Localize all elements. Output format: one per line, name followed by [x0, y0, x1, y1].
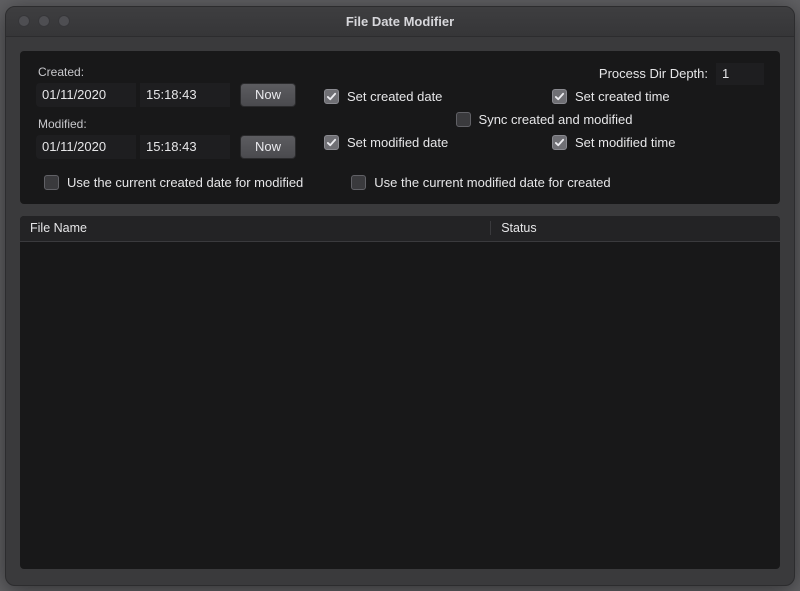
created-label: Created: [38, 65, 296, 79]
checkbox-icon [456, 112, 471, 127]
check-use-modified-for-created[interactable]: Use the current modified date for create… [351, 175, 610, 190]
window-controls [18, 15, 70, 27]
modified-date-input[interactable] [36, 135, 136, 159]
check-set-modified-date[interactable]: Set modified date [324, 135, 536, 150]
check-set-created-date[interactable]: Set created date [324, 89, 536, 104]
file-table: File Name Status [20, 216, 780, 569]
checkbox-icon [351, 175, 366, 190]
check-label: Set modified time [575, 135, 675, 150]
checkbox-icon [552, 89, 567, 104]
created-now-button[interactable]: Now [240, 83, 296, 107]
table-header: File Name Status [20, 216, 780, 242]
check-label: Set created time [575, 89, 670, 104]
check-use-created-for-modified[interactable]: Use the current created date for modifie… [44, 175, 303, 190]
checkbox-icon [324, 89, 339, 104]
minimize-icon[interactable] [38, 15, 50, 27]
modified-label: Modified: [38, 117, 296, 131]
created-date-input[interactable] [36, 83, 136, 107]
window-title: File Date Modifier [346, 14, 454, 29]
check-label: Use the current created date for modifie… [67, 175, 303, 190]
check-label: Sync created and modified [479, 112, 633, 127]
content-area: Created: Now Modified: Now [6, 37, 794, 585]
zoom-icon[interactable] [58, 15, 70, 27]
check-label: Set created date [347, 89, 442, 104]
checkbox-icon [44, 175, 59, 190]
check-set-modified-time[interactable]: Set modified time [552, 135, 764, 150]
check-sync[interactable]: Sync created and modified [456, 112, 633, 127]
options-area: Process Dir Depth: Set created date Set … [324, 63, 764, 159]
created-time-input[interactable] [140, 83, 230, 107]
check-label: Use the current modified date for create… [374, 175, 610, 190]
checkbox-icon [324, 135, 339, 150]
titlebar: File Date Modifier [6, 7, 794, 37]
depth-label: Process Dir Depth: [599, 66, 708, 81]
depth-input[interactable] [716, 63, 764, 85]
date-inputs: Created: Now Modified: Now [36, 63, 296, 159]
check-label: Set modified date [347, 135, 448, 150]
column-status[interactable]: Status [491, 221, 780, 235]
close-icon[interactable] [18, 15, 30, 27]
app-window: File Date Modifier Created: Now Modified… [5, 6, 795, 586]
modified-now-button[interactable]: Now [240, 135, 296, 159]
modified-time-input[interactable] [140, 135, 230, 159]
check-set-created-time[interactable]: Set created time [552, 89, 764, 104]
checkbox-icon [552, 135, 567, 150]
table-body[interactable] [20, 242, 780, 569]
settings-panel: Created: Now Modified: Now [20, 51, 780, 204]
column-filename[interactable]: File Name [20, 221, 491, 235]
